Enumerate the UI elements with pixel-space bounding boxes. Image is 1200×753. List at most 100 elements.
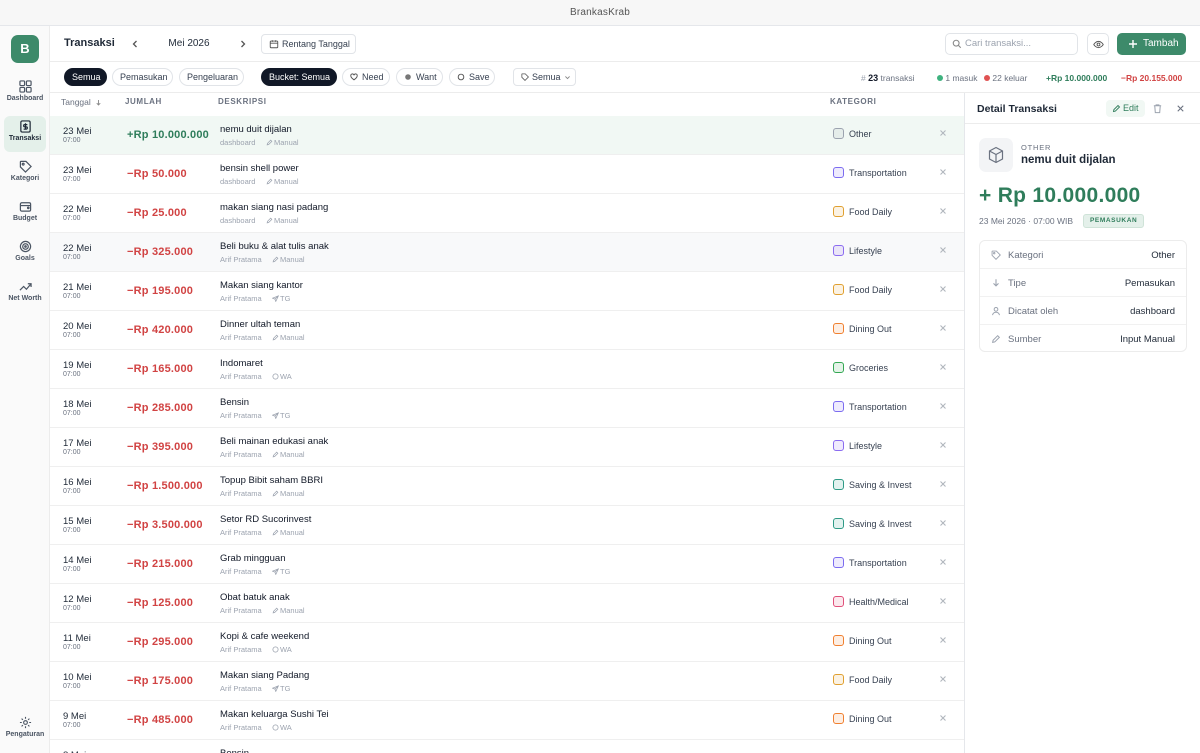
column-header-description[interactable]: DESKRIPSI [218,97,267,106]
table-row[interactable]: 16 Mei 07:00 −Rp 1.500.000 Topup Bibit saha… [50,467,964,506]
row-time: 07:00 [63,410,81,417]
category-select[interactable]: Semua [513,68,576,86]
date-range-label: Rentang Tanggal [282,39,350,49]
telegram-icon [271,295,280,303]
trash-icon[interactable] [1152,103,1163,114]
table-row[interactable]: 14 Mei 07:00 −Rp 215.000 Grab mingguan Arif … [50,545,964,584]
row-description: makan siang nasi padang [220,202,329,213]
pencil-icon [992,334,1001,343]
date-range-button[interactable]: Rentang Tanggal [261,34,356,54]
detail-panel: Detail Transaksi Edit OTHER nemu duit di… [964,93,1200,753]
chevron-left-icon[interactable] [129,38,141,50]
close-icon[interactable] [938,518,948,528]
row-date: 9 Mei [63,711,87,722]
close-icon[interactable] [938,596,948,606]
row-source-label: TG [280,294,291,303]
field-key: Dicatat oleh [1008,306,1059,317]
row-time: 07:00 [63,215,81,222]
wallet-icon [19,202,31,212]
row-amount: −Rp 395.000 [127,441,194,453]
row-source: Manual [272,528,305,537]
bucket-need-chip[interactable]: Need [342,68,390,86]
table-row[interactable]: 9 Mei 07:00 −Rp 485.000 Makan keluarga Sush… [50,701,964,740]
column-header-category[interactable]: KATEGORI [830,97,876,106]
bucket-want-chip[interactable]: Want [396,68,443,86]
close-icon[interactable] [938,245,948,255]
sidebar-item-budget[interactable]: Budget [4,196,46,232]
row-description: Bensin [220,748,249,753]
edit-button[interactable]: Edit [1106,100,1145,117]
table-row[interactable]: 22 Mei 07:00 −Rp 25.000 makan siang nasi pa… [50,194,964,233]
dashboard-icon [18,80,32,93]
table-row[interactable]: 15 Mei 07:00 −Rp 3.500.000 Setor RD Sucorin… [50,506,964,545]
piggy-bank-icon [457,73,465,81]
category-icon [833,713,844,724]
table-row[interactable]: 8 Mei07:00Bensin [50,740,964,753]
whatsapp-icon [272,373,279,380]
sidebar-item-pengaturan[interactable]: Pengaturan [4,712,46,748]
gear-icon [19,716,31,729]
tab-pemasukan[interactable]: Pemasukan [112,68,173,86]
add-transaction-button[interactable]: Tambah [1117,33,1186,55]
sidebar-item-label: Transaksi [8,135,42,142]
row-recorded-by: Arif Pratama [220,645,262,654]
table-row[interactable]: 22 Mei 07:00 −Rp 325.000 Beli buku & alat t… [50,233,964,272]
app-logo[interactable]: B [11,35,39,63]
row-time: 07:00 [63,527,81,534]
row-description: Kopi & cafe weekend [220,631,310,642]
detail-header: Detail Transaksi Edit [965,93,1200,124]
row-recorded-by: Arif Pratama [220,528,262,537]
close-icon[interactable] [938,674,948,684]
close-icon[interactable] [938,206,948,216]
row-source-label: Manual [280,255,305,264]
toggle-visibility-button[interactable] [1087,33,1109,55]
table-row[interactable]: 18 Mei 07:00 −Rp 285.000 Bensin Arif Pratama… [50,389,964,428]
column-header-amount[interactable]: JUMLAH [125,97,162,106]
row-date: 23 Mei [63,165,92,176]
row-description: Indomaret [220,358,263,369]
row-date: 10 Mei [63,672,92,683]
close-icon[interactable] [938,362,948,372]
tab-semua[interactable]: Semua [64,68,107,86]
table-row[interactable]: 23 Mei 07:00 +Rp 10.000.000 nemu duit dijal… [50,116,964,155]
close-icon[interactable] [938,713,948,723]
close-icon[interactable] [938,635,948,645]
table-row[interactable]: 12 Mei 07:00 −Rp 125.000 Obat batuk anak Ari… [50,584,964,623]
column-header-date[interactable]: Tanggal [61,97,102,107]
table-row[interactable]: 11 Mei 07:00 −Rp 295.000 Kopi & cafe weeken… [50,623,964,662]
table-row[interactable]: 20 Mei 07:00 −Rp 420.000 Dinner ultah teman… [50,311,964,350]
category-icon [833,440,844,451]
table-row[interactable]: 23 Mei 07:00 −Rp 50.000 bensin shell power d… [50,155,964,194]
close-icon[interactable] [938,479,948,489]
table-row[interactable]: 21 Mei 07:00 −Rp 195.000 Makan siang kantor… [50,272,964,311]
close-icon[interactable] [1175,103,1186,114]
close-icon[interactable] [938,128,948,138]
close-icon[interactable] [938,440,948,450]
bucket-save-chip[interactable]: Save [449,68,495,86]
close-icon[interactable] [938,401,948,411]
search-input[interactable] [965,38,1070,49]
row-time: 07:00 [63,488,81,495]
close-icon[interactable] [938,557,948,567]
sidebar-item-networth[interactable]: Net Worth [4,276,46,312]
sidebar-item-kategori[interactable]: Kategori [4,156,46,192]
row-category-label: Dining Out [849,636,892,646]
table-row[interactable]: 17 Mei 07:00 −Rp 395.000 Beli mainan edukas… [50,428,964,467]
category-icon [833,284,844,295]
row-description: Obat batuk anak [220,592,290,603]
close-icon[interactable] [938,167,948,177]
table-row[interactable]: 19 Mei 07:00 −Rp 165.000 Indomaret Arif Prat… [50,350,964,389]
eye-icon [1093,40,1104,49]
sidebar-item-dashboard[interactable]: Dashboard [4,76,46,112]
sidebar-item-goals[interactable]: Goals [4,236,46,272]
close-icon[interactable] [938,284,948,294]
bucket-semua-chip[interactable]: Bucket: Semua [261,68,337,86]
table-row[interactable]: 10 Mei 07:00 −Rp 175.000 Makan siang Padang… [50,662,964,701]
search-box[interactable] [945,33,1078,55]
row-date: 19 Mei [63,360,92,371]
sidebar-item-transaksi[interactable]: Transaksi [4,116,46,152]
tab-pengeluaran[interactable]: Pengeluaran [179,68,244,86]
tag-icon [521,73,529,81]
close-icon[interactable] [938,323,948,333]
chevron-right-icon[interactable] [237,38,249,50]
